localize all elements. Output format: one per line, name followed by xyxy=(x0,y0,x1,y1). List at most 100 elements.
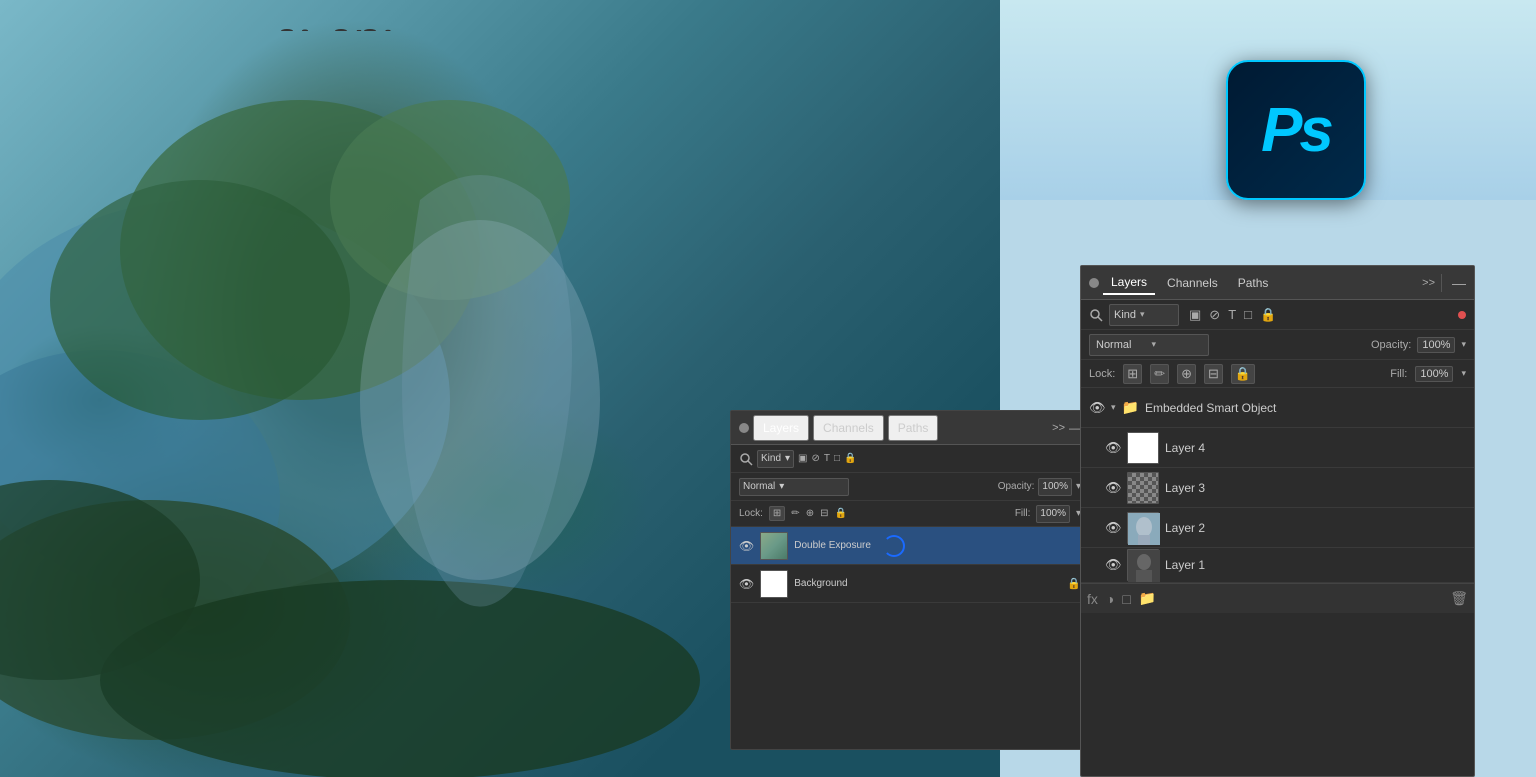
back-lock-icon-2[interactable]: ✏ xyxy=(791,508,799,519)
front-group-expand[interactable]: ▾ xyxy=(1111,402,1116,413)
back-blend-select[interactable]: Normal ▾ xyxy=(739,478,849,496)
front-lock-label: Lock: xyxy=(1089,368,1115,380)
front-layer2-thumb xyxy=(1127,512,1159,544)
front-filter-shape-icon[interactable]: □ xyxy=(1244,307,1252,322)
front-filter-icons: ▣ ⊘ T □ 🔒 xyxy=(1189,307,1276,323)
front-kind-select[interactable]: Kind ▾ xyxy=(1109,304,1179,326)
front-blend-select[interactable]: Normal ▾ xyxy=(1089,334,1209,356)
front-layer-4[interactable]: 👁 Layer 4 xyxy=(1081,428,1474,468)
front-footer-delete[interactable]: 🗑 xyxy=(1450,590,1468,607)
back-lock-icon-3[interactable]: ⊕ xyxy=(806,508,814,519)
header-divider xyxy=(1441,274,1442,292)
back-close-button[interactable] xyxy=(739,423,749,433)
back-kind-label: Kind xyxy=(761,453,781,464)
back-opacity-text: 100% xyxy=(1042,481,1068,492)
layers-panel-front: Layers Channels Paths >> — Kind ▾ ▣ ⊘ T … xyxy=(1080,265,1475,777)
back-layer-lock: 🔒 xyxy=(1067,577,1081,590)
front-lock-icon-4[interactable]: ⊟ xyxy=(1204,364,1223,384)
front-lock-icon-3[interactable]: ⊕ xyxy=(1177,364,1196,384)
front-lock-icon-2[interactable]: ✏ xyxy=(1150,364,1169,384)
front-layer-3[interactable]: 👁 Layer 3 xyxy=(1081,468,1474,508)
front-kind-row: Kind ▾ ▣ ⊘ T □ 🔒 xyxy=(1081,300,1474,330)
back-layer-background[interactable]: 👁 Background 🔒 xyxy=(731,565,1089,603)
back-filter-icon-3[interactable]: T xyxy=(824,453,830,464)
front-tab-layers[interactable]: Layers xyxy=(1103,271,1155,295)
back-eye-2[interactable]: 👁 xyxy=(739,577,754,591)
front-group-eye[interactable]: 👁 xyxy=(1089,400,1105,416)
back-filter-icon-2[interactable]: ⊘ xyxy=(812,453,820,464)
front-footer-adjustment[interactable]: ◑ xyxy=(1106,591,1114,607)
back-panel-more[interactable]: >> xyxy=(1052,422,1065,434)
front-group-folder-icon: 📁 xyxy=(1122,399,1139,416)
front-filter-dot xyxy=(1458,311,1466,319)
back-opacity-value[interactable]: 100% xyxy=(1038,478,1072,496)
front-layer4-eye[interactable]: 👁 xyxy=(1105,440,1121,456)
front-panel-collapse[interactable]: — xyxy=(1452,275,1466,291)
portrait-svg xyxy=(0,0,750,777)
front-layer1-name: Layer 1 xyxy=(1165,558,1466,572)
front-footer-group[interactable]: 📁 xyxy=(1139,590,1156,607)
back-tab-paths[interactable]: Paths xyxy=(888,415,939,441)
front-filter-type-icon[interactable]: T xyxy=(1228,307,1236,322)
back-filter-icon-5[interactable]: 🔒 xyxy=(844,453,856,464)
front-opacity-text: 100% xyxy=(1422,339,1450,351)
front-tab-channels[interactable]: Channels xyxy=(1159,272,1226,294)
back-tab-layers[interactable]: Layers xyxy=(753,415,809,441)
front-panel-more[interactable]: >> xyxy=(1422,277,1435,289)
front-layer1-thumb xyxy=(1127,549,1159,581)
front-lock-icon-1[interactable]: ⊞ xyxy=(1123,364,1142,384)
back-filter-icon-4[interactable]: □ xyxy=(834,453,840,464)
back-thumb-background xyxy=(760,570,788,598)
ps-logo-text: Ps xyxy=(1261,95,1331,166)
back-panel-header: Layers Channels Paths >> — xyxy=(731,411,1089,445)
bird-icon xyxy=(281,29,293,33)
back-lock-icon-4[interactable]: ⊟ xyxy=(820,508,828,519)
bird-icon xyxy=(357,30,362,32)
back-filter-icon-1[interactable]: ▣ xyxy=(798,453,807,464)
front-panel-footer: fx ◑ □ 📁 🗑 xyxy=(1081,583,1474,613)
bird-icon xyxy=(385,30,391,33)
layers-panel-back: Layers Channels Paths >> — Kind ▾ ▣ ⊘ T … xyxy=(730,410,1090,750)
front-group-name: Embedded Smart Object xyxy=(1145,401,1466,415)
back-thumb-double-exposure xyxy=(760,532,788,560)
front-layer4-thumb xyxy=(1127,432,1159,464)
front-close-button[interactable] xyxy=(1089,278,1099,288)
back-layer-name-double-exposure: Double Exposure xyxy=(794,540,871,551)
back-layer-double-exposure[interactable]: 👁 Double Exposure xyxy=(731,527,1089,565)
back-fill-text: 100% xyxy=(1040,508,1066,519)
back-eye-1[interactable]: 👁 xyxy=(739,539,754,553)
front-fill-value[interactable]: 100% xyxy=(1415,366,1453,382)
front-footer-fx[interactable]: fx xyxy=(1087,591,1098,607)
front-filter-smart-icon[interactable]: 🔒 xyxy=(1260,307,1276,323)
back-opacity-label: Opacity: xyxy=(998,481,1035,492)
front-kind-label: Kind xyxy=(1114,309,1136,321)
front-layer-1[interactable]: 👁 Layer 1 xyxy=(1081,548,1474,583)
front-lock-icon-5[interactable]: 🔒 xyxy=(1231,364,1255,384)
back-lock-icon-5[interactable]: 🔒 xyxy=(834,508,846,519)
front-opacity-value[interactable]: 100% xyxy=(1417,337,1455,353)
front-filter-adjustment-icon[interactable]: ⊘ xyxy=(1209,307,1220,323)
back-fill-label: Fill: xyxy=(1015,508,1031,519)
back-lock-row: Lock: ⊞ ✏ ⊕ ⊟ 🔒 Fill: 100% ▾ xyxy=(731,501,1089,527)
back-tab-channels[interactable]: Channels xyxy=(813,415,884,441)
bird-icon xyxy=(302,29,308,32)
back-blend-row: Normal ▾ Opacity: 100% ▾ xyxy=(731,473,1089,501)
front-layer1-eye[interactable]: 👁 xyxy=(1105,557,1121,573)
front-filter-pixel-icon[interactable]: ▣ xyxy=(1189,307,1201,323)
back-search-icon xyxy=(739,452,753,466)
back-fill-value[interactable]: 100% xyxy=(1036,505,1070,523)
front-tab-paths[interactable]: Paths xyxy=(1230,272,1277,294)
front-group-layer[interactable]: 👁 ▾ 📁 Embedded Smart Object xyxy=(1081,388,1474,428)
front-layer2-svg xyxy=(1128,513,1160,545)
back-blend-label: Normal xyxy=(743,481,775,492)
front-layer-2[interactable]: 👁 Layer 2 xyxy=(1081,508,1474,548)
front-layer2-eye[interactable]: 👁 xyxy=(1105,520,1121,536)
front-lock-row: Lock: ⊞ ✏ ⊕ ⊟ 🔒 Fill: 100% ▾ xyxy=(1081,360,1474,388)
back-lock-icon-1[interactable]: ⊞ xyxy=(769,506,785,521)
front-layer3-eye[interactable]: 👁 xyxy=(1105,480,1121,496)
back-kind-select[interactable]: Kind ▾ xyxy=(757,450,794,468)
front-footer-mask[interactable]: □ xyxy=(1122,591,1130,607)
front-fill-chevron: ▾ xyxy=(1461,368,1466,379)
photoshop-logo: Ps xyxy=(1226,60,1366,200)
front-fill-text: 100% xyxy=(1420,368,1448,380)
